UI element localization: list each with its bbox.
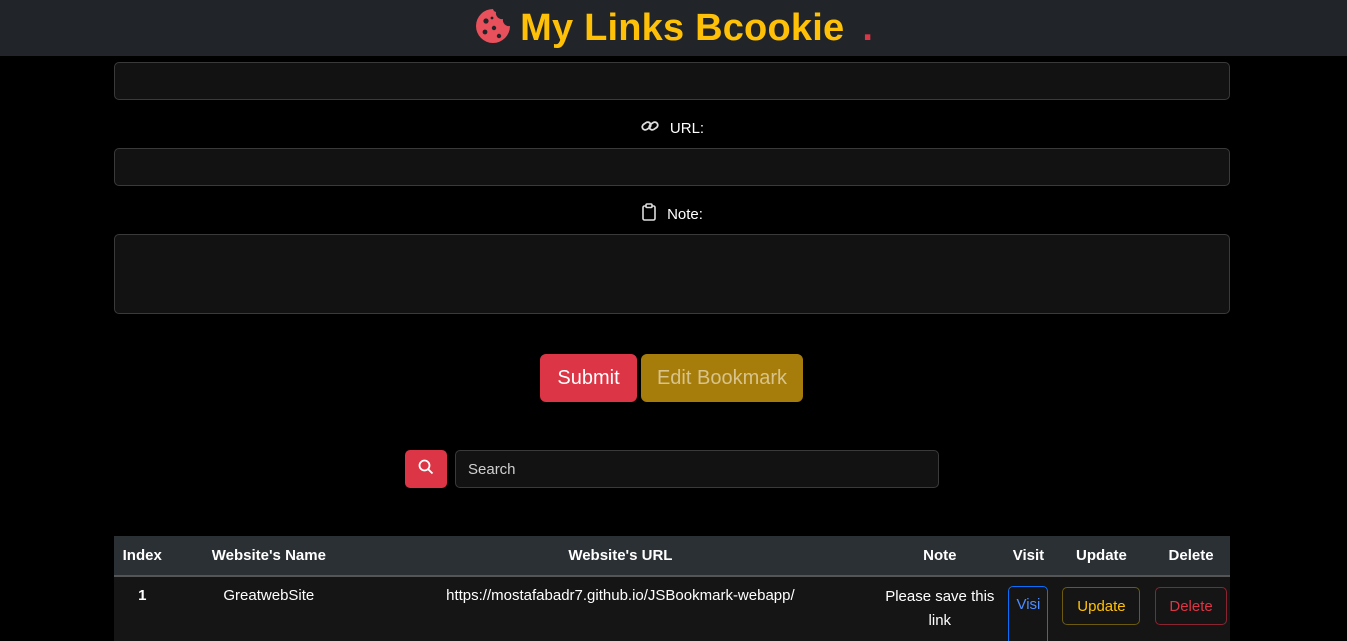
cookie-icon [474, 7, 512, 50]
note-textarea[interactable] [114, 234, 1230, 314]
url-input[interactable] [114, 148, 1230, 186]
search-input[interactable] [455, 450, 939, 488]
url-label-row: URL: [114, 118, 1230, 138]
site-name-input[interactable] [114, 62, 1230, 100]
table-header: Index Website's Name Website's URL Note … [114, 536, 1230, 577]
brand[interactable]: My Links Bcookie . [474, 7, 873, 50]
note-label-row: Note: [114, 203, 1230, 225]
update-button[interactable]: Update [1062, 587, 1141, 625]
visit-button[interactable]: Visi [1008, 586, 1049, 641]
clipboard-icon [641, 203, 657, 225]
header-name: Website's Name [211, 547, 326, 564]
delete-button[interactable]: Delete [1155, 587, 1228, 625]
brand-title: My Links Bcookie [520, 6, 845, 49]
submit-button[interactable]: Submit [540, 354, 637, 402]
brand-dot: . [862, 6, 873, 49]
search-button[interactable] [405, 450, 447, 488]
row-note: Please save this link [885, 588, 995, 629]
link-icon [640, 116, 660, 140]
row-index: 1 [138, 587, 147, 604]
url-label: URL: [669, 119, 705, 137]
row-visit-cell: Visi [1006, 586, 1051, 641]
header-note: Note [923, 547, 957, 564]
table-row: 1 GreatwebSite https://mostafabadr7.gith… [114, 577, 1230, 641]
navbar: My Links Bcookie . [0, 0, 1347, 56]
header-delete: Delete [1168, 547, 1214, 564]
header-url: Website's URL [568, 547, 673, 564]
search-icon [418, 459, 434, 480]
header-update: Update [1076, 547, 1127, 564]
row-url: https://mostafabadr7.github.io/JSBookmar… [446, 587, 795, 604]
row-delete-cell: Delete [1152, 587, 1230, 625]
bookmarks-table: Index Website's Name Website's URL Note … [114, 536, 1230, 641]
row-name: GreatwebSite [223, 587, 315, 604]
note-label: Note: [667, 205, 703, 223]
header-index: Index [122, 547, 162, 564]
edit-bookmark-button[interactable]: Edit Bookmark [641, 354, 803, 402]
row-update-cell: Update [1051, 587, 1152, 625]
header-visit: Visit [1012, 547, 1045, 564]
